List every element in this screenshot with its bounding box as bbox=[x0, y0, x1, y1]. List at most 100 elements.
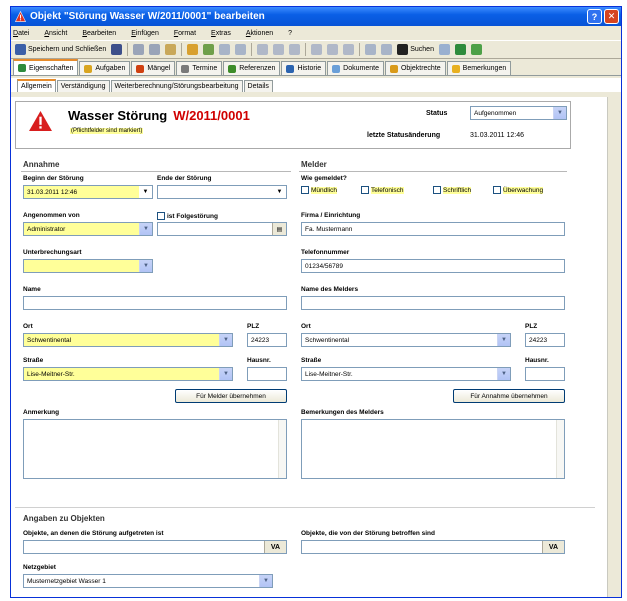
folge-object-field[interactable]: ▤ bbox=[157, 222, 287, 236]
chevron-down-icon[interactable]: ▼ bbox=[139, 186, 152, 198]
tab-historie[interactable]: Historie bbox=[281, 61, 327, 75]
status-select[interactable]: Aufgenommen ▼ bbox=[470, 106, 567, 120]
picture-icon[interactable] bbox=[203, 44, 215, 55]
close-button[interactable]: ✕ bbox=[604, 9, 619, 24]
menu-aktionen[interactable]: Aktionen bbox=[246, 30, 273, 37]
subtab-verstaendigung[interactable]: Verständigung bbox=[56, 80, 110, 92]
street-select[interactable]: Lise-Meitner-Str. ▼ bbox=[23, 367, 233, 381]
reporter-label: Name des Melders bbox=[301, 286, 359, 293]
print-icon[interactable] bbox=[111, 44, 123, 55]
copy-icon[interactable] bbox=[149, 44, 161, 55]
export-icon[interactable] bbox=[381, 44, 393, 55]
melder-street-select[interactable]: Lise-Meitner-Str. ▼ bbox=[301, 367, 511, 381]
table-icon[interactable] bbox=[219, 44, 231, 55]
melder-remark-textarea[interactable] bbox=[301, 419, 565, 479]
menu-help[interactable]: ? bbox=[288, 30, 292, 37]
option-telefonisch[interactable]: Telefonisch bbox=[361, 186, 404, 194]
interruption-select[interactable]: ▼ bbox=[23, 259, 153, 273]
tab-bemerkungen[interactable]: Bemerkungen bbox=[446, 61, 512, 75]
checkbox-box[interactable] bbox=[493, 186, 501, 194]
melder-houseno-field[interactable] bbox=[525, 367, 565, 381]
affected-objects-field[interactable]: VA bbox=[23, 540, 287, 554]
name-field[interactable] bbox=[23, 296, 287, 310]
grid-icon[interactable] bbox=[438, 44, 450, 55]
va-button[interactable]: VA bbox=[264, 541, 286, 553]
tab-maengel[interactable]: Mängel bbox=[131, 61, 176, 75]
align-center-icon[interactable] bbox=[273, 44, 285, 55]
accepted-select[interactable]: Administrator ▼ bbox=[23, 222, 153, 236]
remark-textarea[interactable] bbox=[23, 419, 287, 479]
melder-city-select[interactable]: Schwentinental ▼ bbox=[301, 333, 511, 347]
tab-objektrechte[interactable]: Objektrechte bbox=[384, 61, 446, 75]
form-scrollbar[interactable] bbox=[607, 97, 621, 597]
list-icon[interactable] bbox=[311, 44, 323, 55]
option-ueberwachung[interactable]: Überwachung bbox=[493, 186, 544, 194]
city-select[interactable]: Schwentinental ▼ bbox=[23, 333, 233, 347]
tab-aufgaben[interactable]: Aufgaben bbox=[79, 61, 131, 75]
browse-icon[interactable]: ▤ bbox=[272, 223, 286, 235]
menu-datei[interactable]: Datei bbox=[13, 30, 29, 37]
menu-extras[interactable]: Extras bbox=[211, 30, 231, 37]
filter-icon[interactable] bbox=[454, 44, 466, 55]
tab-eigenschaften[interactable]: Eigenschaften bbox=[13, 59, 79, 75]
chevron-down-icon[interactable]: ▼ bbox=[497, 368, 510, 380]
print-preview-icon[interactable] bbox=[365, 44, 377, 55]
subtab-details[interactable]: Details bbox=[243, 80, 273, 92]
copy-to-annahme-button[interactable]: Für Annahme übernehmen bbox=[453, 389, 565, 403]
impacted-objects-field[interactable]: VA bbox=[301, 540, 565, 554]
va-button[interactable]: VA bbox=[542, 541, 564, 553]
align-left-icon[interactable] bbox=[257, 44, 269, 55]
tab-dokumente[interactable]: Dokumente bbox=[327, 61, 384, 75]
menu-ansicht[interactable]: Ansicht bbox=[44, 30, 67, 37]
link-icon[interactable] bbox=[235, 44, 247, 55]
folge-checkbox[interactable]: ist Folgestörung bbox=[157, 212, 218, 220]
chevron-down-icon[interactable]: ▼ bbox=[259, 575, 272, 587]
chevron-down-icon[interactable]: ▼ bbox=[219, 334, 232, 346]
calendar-icon[interactable] bbox=[343, 44, 355, 55]
network-select[interactable]: Musternetzgebiet Wasser 1 ▼ bbox=[23, 574, 273, 588]
subtab-allgemein[interactable]: Allgemein bbox=[17, 79, 56, 92]
search-button[interactable]: Suchen bbox=[397, 44, 434, 55]
attach-icon[interactable] bbox=[187, 44, 199, 55]
melder-zip-field[interactable]: 24223 bbox=[525, 333, 565, 347]
chevron-down-icon[interactable]: ▼ bbox=[273, 186, 286, 198]
chevron-down-icon[interactable]: ▼ bbox=[497, 334, 510, 346]
reporter-field[interactable] bbox=[301, 296, 565, 310]
checkbox-box[interactable] bbox=[157, 212, 165, 220]
chevron-down-icon[interactable]: ▼ bbox=[139, 260, 152, 272]
chevron-down-icon[interactable]: ▼ bbox=[553, 107, 566, 119]
delete-icon[interactable] bbox=[327, 44, 339, 55]
help-button[interactable]: ? bbox=[587, 9, 602, 24]
company-field[interactable]: Fa. Mustermann bbox=[301, 222, 565, 236]
tasks-icon bbox=[84, 64, 93, 73]
menu-format[interactable]: Format bbox=[174, 30, 196, 37]
appointments-icon bbox=[181, 64, 190, 73]
menu-einfuegen[interactable]: Einfügen bbox=[131, 30, 159, 37]
search-label: Suchen bbox=[410, 46, 434, 53]
subtab-weiterberechnung[interactable]: Weiterberechnung/Störungsbearbeitung bbox=[110, 80, 243, 92]
checkbox-box[interactable] bbox=[361, 186, 369, 194]
begin-date-field[interactable]: 31.03.2011 12:46 ▼ bbox=[23, 185, 153, 199]
scrollbar[interactable] bbox=[556, 420, 564, 478]
tab-termine[interactable]: Termine bbox=[176, 61, 223, 75]
zip-field[interactable]: 24223 bbox=[247, 333, 287, 347]
indent-icon[interactable] bbox=[289, 44, 301, 55]
title-bar[interactable]: Objekt "Störung Wasser W/2011/0001" bear… bbox=[11, 7, 621, 26]
checkbox-box[interactable] bbox=[301, 186, 309, 194]
copy-to-melder-button[interactable]: Für Melder übernehmen bbox=[175, 389, 287, 403]
option-schriftlich[interactable]: Schriftlich bbox=[433, 186, 472, 194]
tab-referenzen[interactable]: Referenzen bbox=[223, 61, 281, 75]
window-icon[interactable] bbox=[470, 44, 482, 55]
scrollbar[interactable] bbox=[278, 420, 286, 478]
option-muendlich[interactable]: Mündlich bbox=[301, 186, 338, 194]
phone-field[interactable]: 01234/56789 bbox=[301, 259, 565, 273]
menu-bearbeiten[interactable]: Bearbeiten bbox=[82, 30, 116, 37]
save-close-button[interactable]: Speichern und Schließen bbox=[15, 44, 106, 55]
houseno-field[interactable] bbox=[247, 367, 287, 381]
end-date-field[interactable]: ▼ bbox=[157, 185, 287, 199]
cut-icon[interactable] bbox=[133, 44, 145, 55]
chevron-down-icon[interactable]: ▼ bbox=[139, 223, 152, 235]
chevron-down-icon[interactable]: ▼ bbox=[219, 368, 232, 380]
checkbox-box[interactable] bbox=[433, 186, 441, 194]
paste-icon[interactable] bbox=[165, 44, 177, 55]
